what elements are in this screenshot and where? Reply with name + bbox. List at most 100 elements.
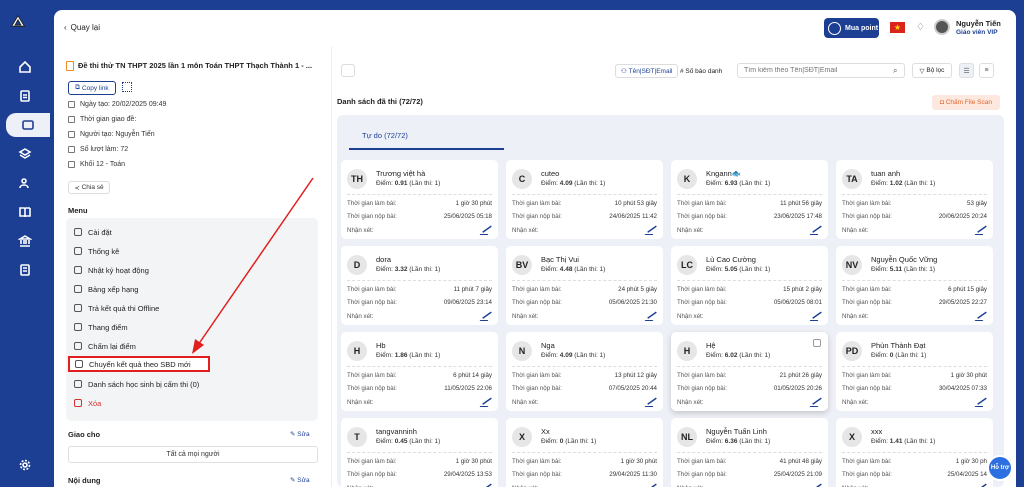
pencil-icon[interactable] [644,227,658,235]
book-icon[interactable] [0,200,50,224]
results-area: Tự do (72/72) TH Trương việt hà Điểm: 0.91… [337,115,1004,487]
submit-label: Thời gian nộp bài: [677,299,727,306]
edit-content-button[interactable]: ✎ Sửa [290,476,310,484]
student-card[interactable]: N Nga Điểm: 4.09 (Lần thi: 1) Thời gian làm… [506,332,663,411]
student-card[interactable]: Ttangvanninh Điểm: 0.45 (Lần thi: 1) Thời … [341,418,498,487]
chart-icon [74,247,82,255]
submit-value: 05/06/2025 08:01 [773,299,822,306]
vietnam-flag-icon[interactable]: ★ [890,22,905,33]
grid-view-button[interactable]: ☰ [959,63,974,78]
pencil-icon[interactable] [479,227,493,235]
duration-value: 11 phút 56 giây [780,200,822,207]
student-card[interactable]: TH Trương việt hà Điểm: 0.91 (Lần thi: 1) T… [341,160,498,239]
avatar: LC [677,255,697,275]
back-link[interactable]: ‹ Quay lại [64,23,100,32]
calendar-icon[interactable] [0,258,50,282]
search-input[interactable] [737,63,905,78]
avatar[interactable] [934,19,950,35]
comment-label: Nhận xét: [512,313,539,320]
layers-icon[interactable] [0,142,50,166]
logo-icon[interactable] [10,14,35,34]
pencil-icon[interactable] [809,227,823,235]
collapse-sidebar-button[interactable] [341,64,355,77]
submit-value: 09/06/2025 23:14 [443,299,492,306]
student-card[interactable]: X Xx Điểm: 0 (Lần thi: 1) Thời gian làm bài… [506,418,663,487]
submit-label: Thời gian nộp bài: [842,471,892,478]
submit-label: Thời gian nộp bài: [347,471,397,478]
book-icon [68,161,75,168]
submit-label: Thời gian nộp bài: [677,213,727,220]
gear-icon [74,228,82,236]
student-card[interactable]: Xxxx Điểm: 1.41 (Lần thi: 1) Thời gian làm… [836,418,993,487]
refresh-icon [74,342,82,350]
scan-grade-button[interactable]: ◘ Chấm File Scan [932,95,1000,110]
bank-icon[interactable] [0,229,50,253]
pencil-icon[interactable] [644,399,658,407]
menu-item-transfer-sbd[interactable]: Chuyển kết quả theo SBD mới [68,356,210,372]
student-name: xxx [871,427,883,436]
support-chat-button[interactable]: Hỗ trợ [987,455,1013,481]
menu-item-settings[interactable]: Cài đặt [74,224,112,240]
student-card[interactable]: K Kngann🐟 Điểm: 6.93 (Lần thi: 1) Thời gian… [671,160,828,239]
pencil-icon[interactable] [974,313,988,321]
student-card[interactable]: H Hb Điểm: 1.86 (Lần thi: 1) Thời gian làm … [341,332,498,411]
pencil-icon[interactable] [974,399,988,407]
student-name: Nguyễn Tuấn Linh [706,427,767,436]
comment-label: Nhận xét: [347,313,374,320]
duration-value: 10 phút 53 giây [614,200,657,207]
duration-label: Thời gian làm bài: [842,372,892,379]
search-mode-sbd[interactable]: # Số báo danh [675,64,727,78]
search-mode-name[interactable]: ⚇ Tên|SĐT|Email [615,64,679,78]
menu-item-activity-log[interactable]: Nhật ký hoạt động [74,262,149,278]
search-icon[interactable]: ⌕ [893,66,897,76]
copy-link-button[interactable]: ⧉ Copy link [68,81,116,95]
student-card[interactable]: LC Lù Cao Cường Điểm: 5.05 (Lần thi: 1) Thờ… [671,246,828,325]
document-icon[interactable] [0,84,50,108]
student-card[interactable]: H Hệ Điểm: 6.02 (Lần thi: 1) Thời gian làm … [671,332,828,411]
pencil-icon[interactable] [479,313,493,321]
submit-label: Thời gian nộp bài: [842,385,892,392]
menu-item-ranking[interactable]: Bảng xếp hạng [74,281,138,297]
duration-label: Thời gian làm bài: [677,458,727,465]
menu-item-regrade[interactable]: Chấm lại điểm [74,338,136,354]
menu-item-offline-results[interactable]: Trả kết quả thi Offline [74,300,159,316]
menu-item-statistics[interactable]: Thống kê [74,243,119,259]
settings-icon[interactable] [0,453,50,477]
pencil-icon[interactable] [974,227,988,235]
edit-assign-button[interactable]: ✎ Sửa [290,430,310,438]
submit-value: 07/05/2025 20:44 [608,385,657,392]
student-card[interactable]: Ddora Điểm: 3.32 (Lần thi: 1) Thời gian là… [341,246,498,325]
menu-item-delete[interactable]: Xóa [74,395,101,411]
folder-icon[interactable] [6,113,50,137]
menu-item-banned-students[interactable]: Danh sách học sinh bị cấm thi (0) [74,376,199,392]
student-card[interactable]: NV Nguyễn Quốc Vững Điểm: 5.11 (Lần thi: 1… [836,246,993,325]
student-card[interactable]: Ccuteo Điểm: 4.09 (Lần thi: 1) Thời gian l… [506,160,663,239]
bell-icon[interactable]: ♢ [916,22,925,33]
student-card[interactable]: BV Bạc Thị Vui Điểm: 4.48 (Lần thi: 1) Thời… [506,246,663,325]
menu-item-score-scale[interactable]: Thang điểm [74,319,128,335]
tab-free[interactable]: Tự do (72/72) [362,131,408,140]
student-card[interactable]: NL Nguyễn Tuấn Linh Điểm: 6.36 (Lần thi: 1… [671,418,828,487]
pencil-icon[interactable] [479,399,493,407]
duration-value: 1 giờ 30 phút [455,458,492,465]
student-card[interactable]: TA tuan anh Điểm: 1.02 (Lần thi: 1) Thời gi… [836,160,993,239]
home-icon[interactable] [0,55,50,79]
qr-code-icon[interactable] [122,82,132,92]
student-card[interactable]: PD Phùn Thành Đạt Điểm: 0 (Lần thi: 1) Thời… [836,332,993,411]
pencil-icon[interactable] [644,313,658,321]
filter-button[interactable]: ▽ Bộ lọc [912,63,952,78]
submit-value: 29/05/2025 22:27 [938,299,987,306]
list-view-button[interactable]: ≡ [979,63,994,78]
pencil-icon[interactable] [809,399,823,407]
student-score: Điểm: 1.86 (Lần thi: 1) [376,352,441,359]
avatar: D [347,255,367,275]
buy-point-button[interactable]: Mua point [824,18,879,38]
submit-value: 20/06/2025 20:24 [938,213,987,220]
student-name: Trương việt hà [376,169,426,178]
avatar: NV [842,255,862,275]
select-checkbox[interactable] [813,339,821,347]
users-icon[interactable] [0,171,50,195]
share-button[interactable]: ≺ Chia sẻ [68,181,110,194]
pencil-icon[interactable] [809,313,823,321]
comment-label: Nhận xét: [512,399,539,406]
